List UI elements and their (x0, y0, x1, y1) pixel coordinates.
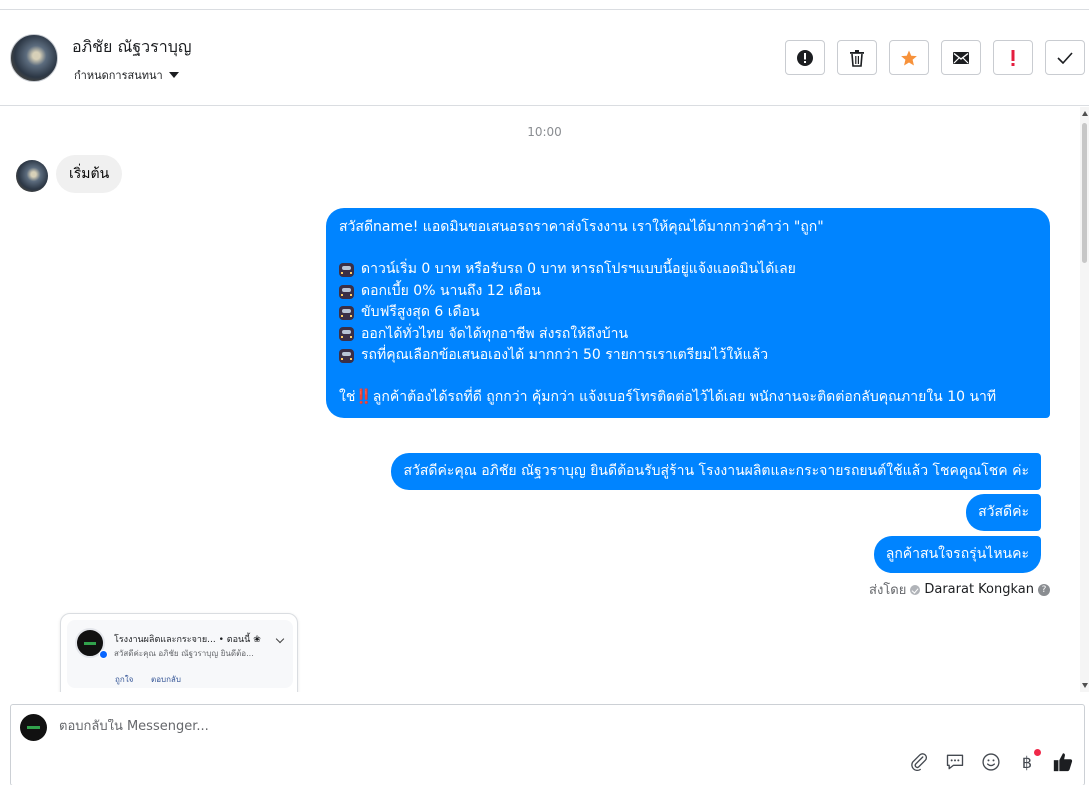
contact-name[interactable]: อภิชัย ณัฐวราบุญ (72, 35, 192, 60)
scrollbar-thumb[interactable] (1082, 123, 1087, 263)
help-icon[interactable]: ? (1038, 583, 1050, 596)
assign-conversation-label: กำหนดการสนทนา (74, 69, 163, 82)
bullet-text: ขับฟรีสูงสุด 6 เดือน (361, 304, 480, 321)
top-divider (0, 0, 1089, 10)
chevron-down-icon[interactable] (275, 634, 285, 644)
car-emoji-icon (339, 263, 354, 278)
bullet-text: ดอกเบี้ย 0% นานถึง 12 เดือน (361, 282, 541, 299)
car-emoji-icon (339, 284, 354, 299)
car-emoji-icon (339, 305, 354, 320)
message-bullet: ออกได้ทั่วไทย จัดได้ทุกอาชีพ ส่งรถให้ถึง… (339, 324, 1037, 345)
message-thread[interactable]: 10:00 เริ่มต้น สวัสดีname! แอดมินขอเสนอร… (0, 107, 1080, 692)
incoming-avatar (16, 160, 48, 192)
assign-conversation-dropdown[interactable]: กำหนดการสนทนา (74, 66, 179, 84)
star-button[interactable] (889, 40, 929, 75)
mark-done-button[interactable] (1045, 40, 1085, 75)
message-bullet: ดอกเบี้ย 0% นานถึง 12 เดือน (339, 281, 1037, 302)
report-button[interactable] (785, 40, 825, 75)
envelope-icon (953, 51, 969, 64)
bullet-text: รถที่คุณเลือกข้อเสนอเองได้ มากกว่า 50 รา… (361, 347, 769, 364)
sent-by-info: ส่งโดย Dararat Kongkan ? (869, 579, 1050, 600)
messenger-badge-icon (99, 650, 108, 659)
composer-tools: ฿ (908, 749, 1074, 773)
page-avatar (20, 714, 47, 741)
saved-reply-button[interactable] (944, 751, 966, 773)
scroll-down-arrow-icon[interactable] (1082, 683, 1088, 688)
message-bullet: รถที่คุณเลือกข้อเสนอเองได้ มากกว่า 50 รา… (339, 345, 1037, 366)
delete-button[interactable] (837, 40, 877, 75)
message-line: สวัสดีname! แอดมินขอเสนอรถราคาส่งโรงงาน … (339, 219, 824, 235)
verified-icon (910, 584, 921, 595)
mark-important-button[interactable] (993, 40, 1033, 75)
car-emoji-icon (339, 327, 354, 342)
bullet-text: ดาวน์เริ่ม 0 บาท หรือรับรถ 0 บาท หารถโปร… (361, 261, 796, 278)
preview-snippet: สวัสดีค่ะคุณ อภิชัย ณัฐวราบุญ ยินดีต้อ..… (114, 649, 254, 658)
message-closing: ใช่‼️ลูกค้าต้องได้รถที่ดี ถูกกว่า คุ้มกว… (339, 387, 1037, 408)
car-emoji-icon (339, 348, 354, 363)
caret-down-icon (168, 72, 179, 78)
message-timestamp: 10:00 (527, 125, 562, 139)
payment-button[interactable]: ฿ (1016, 749, 1041, 773)
notification-preview-card[interactable]: โรงงานผลิตและกระจาย... • ตอนนี้ ❀ สวัสดี… (60, 613, 298, 692)
preview-title: โรงงานผลิตและกระจาย... • ตอนนี้ ❀ (114, 635, 261, 645)
attach-button[interactable] (908, 751, 930, 773)
message-bullet: ขับฟรีสูงสุด 6 เดือน (339, 302, 1037, 323)
closing-text: ลูกค้าต้องได้รถที่ดี ถูกกว่า คุ้มกว่า แจ… (372, 389, 997, 406)
sender-name[interactable]: Dararat Kongkan (924, 582, 1034, 597)
paperclip-icon (911, 753, 928, 772)
header-actions (785, 40, 1085, 75)
preview-body: โรงงานผลิตและกระจาย... • ตอนนี้ ❀ สวัสดี… (67, 620, 293, 688)
report-icon (797, 49, 813, 66)
closing-prefix: ใช่ (339, 389, 356, 406)
important-icon (1011, 49, 1015, 66)
notification-dot (1034, 749, 1041, 756)
preview-reply-link[interactable]: ตอบกลับ (151, 673, 181, 686)
thread-scrollbar[interactable] (1080, 107, 1089, 692)
contact-avatar[interactable] (10, 34, 58, 82)
baht-icon: ฿ (1021, 752, 1033, 772)
outgoing-message-greeting[interactable]: สวัสดีname! แอดมินขอเสนอรถราคาส่งโรงงาน … (326, 208, 1050, 418)
message-bullet: ดาวน์เริ่ม 0 บาท หรือรับรถ 0 บาท หารถโปร… (339, 259, 1037, 280)
trash-icon (850, 49, 864, 67)
sent-by-label: ส่งโดย (869, 583, 907, 598)
preview-like-link[interactable]: ถูกใจ (115, 673, 133, 686)
saved-reply-icon (946, 754, 964, 770)
check-icon (1057, 51, 1073, 64)
star-icon (901, 50, 917, 65)
incoming-message[interactable]: เริ่มต้น (56, 155, 123, 193)
outgoing-message-question[interactable]: ลูกค้าสนใจรถรุ่นไหนคะ (873, 536, 1041, 573)
like-button[interactable] (1052, 751, 1074, 773)
mark-unread-button[interactable] (941, 40, 981, 75)
reply-input[interactable] (59, 719, 859, 734)
double-exclamation-icon: ‼️ (355, 389, 373, 406)
emoji-button[interactable] (980, 751, 1002, 773)
conversation-header: อภิชัย ณัฐวราบุญ กำหนดการสนทนา (0, 10, 1089, 106)
bullet-text: ออกได้ทั่วไทย จัดได้ทุกอาชีพ ส่งรถให้ถึง… (361, 325, 629, 342)
reply-composer: ฿ (10, 704, 1085, 785)
outgoing-message-hello[interactable]: สวัสดีค่ะ (966, 494, 1041, 531)
outgoing-message-welcome[interactable]: สวัสดีค่ะคุณ อภิชัย ณัฐวราบุญ ยินดีต้อนร… (391, 453, 1041, 490)
scroll-up-arrow-icon[interactable] (1082, 111, 1088, 116)
emoji-icon (982, 753, 1000, 771)
thumbs-up-icon (1053, 753, 1073, 772)
